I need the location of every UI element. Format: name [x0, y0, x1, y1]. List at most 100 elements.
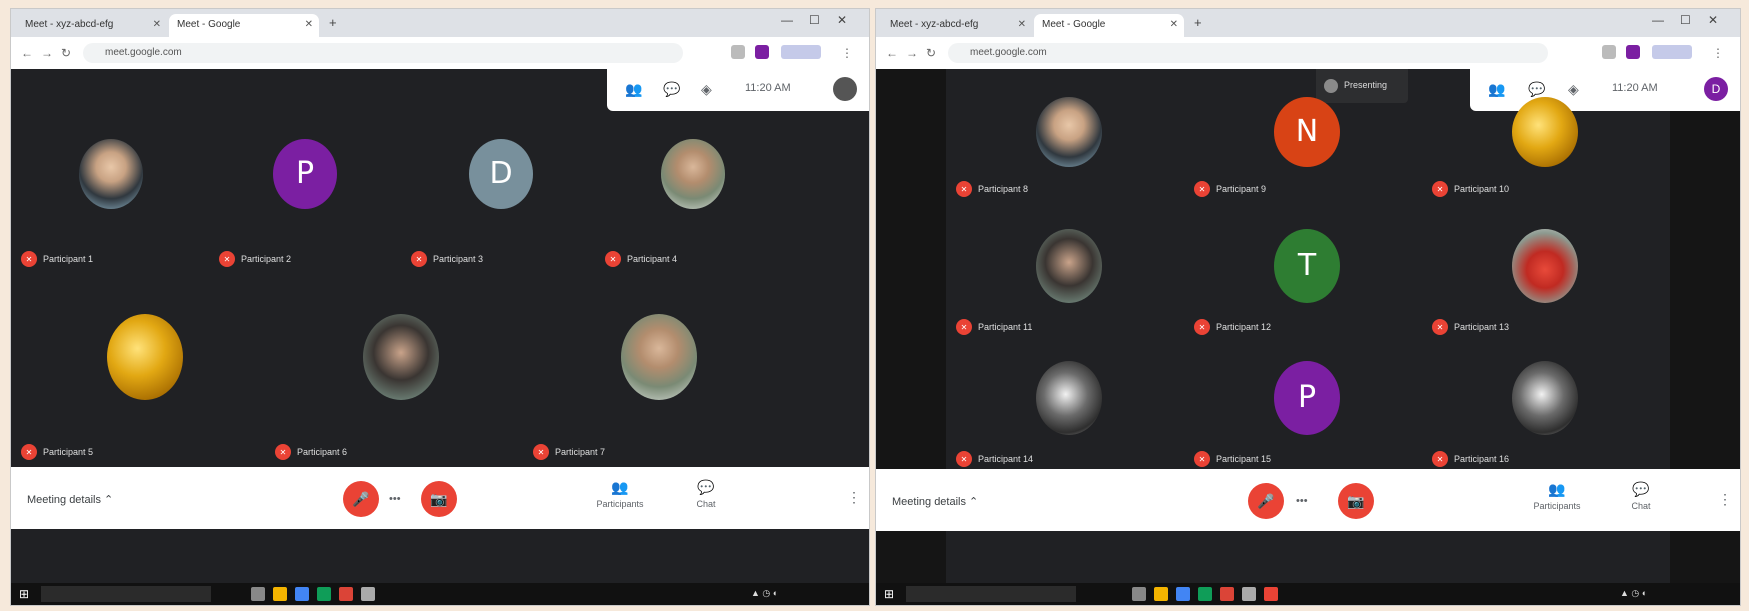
- my-avatar[interactable]: [833, 77, 857, 101]
- new-tab-icon[interactable]: +: [329, 15, 337, 30]
- participant-name: Participant 15: [1216, 454, 1272, 464]
- meet-stage: Presenting 👥 💬 ◈ 11:20 AM D ✕ Participan…: [876, 69, 1740, 605]
- taskbar-app-icon[interactable]: [1176, 587, 1190, 601]
- participant-name: Participant 10: [1454, 184, 1510, 194]
- meeting-details-button[interactable]: Meeting details ⌃: [892, 495, 978, 508]
- profile-icon[interactable]: [1626, 45, 1640, 59]
- participants-button[interactable]: 👥 Participants: [585, 479, 655, 509]
- close-icon[interactable]: ✕: [153, 14, 161, 36]
- extension-icon[interactable]: [1602, 45, 1616, 59]
- mic-off-icon: ✕: [1194, 451, 1210, 467]
- taskbar-app-icon[interactable]: [1154, 587, 1168, 601]
- mic-off-icon: ✕: [1432, 451, 1448, 467]
- participant-namebar: ✕ Participant 7: [533, 444, 605, 460]
- maximize-icon[interactable]: ☐: [1680, 13, 1691, 27]
- avatar-photo: [363, 314, 439, 400]
- minimize-icon[interactable]: —: [1652, 13, 1664, 27]
- participant-name: Participant 14: [978, 454, 1034, 464]
- system-tray[interactable]: ▲ ◷ ◐: [1620, 588, 1647, 599]
- tab-meet-2[interactable]: Meet - Google ✕: [169, 14, 319, 37]
- url-field[interactable]: meet.google.com: [83, 43, 683, 63]
- tab-meet-1[interactable]: Meet - xyz-abcd-efg ✕: [17, 14, 167, 37]
- presenting-chip[interactable]: Presenting: [1316, 69, 1408, 103]
- extension-icon[interactable]: [731, 45, 745, 59]
- more-icon: •••: [389, 493, 401, 505]
- meet-bottom-bar: Meeting details ⌃ 🎤 ••• 📷 👥 Participants…: [876, 469, 1740, 531]
- new-tab-icon[interactable]: +: [1194, 15, 1202, 30]
- taskbar-app-icon[interactable]: [251, 587, 265, 601]
- menu-icon[interactable]: ⋮: [841, 46, 853, 60]
- reload-icon[interactable]: ↻: [926, 46, 936, 60]
- chat-icon[interactable]: 💬: [663, 81, 680, 98]
- avatar-letter: N: [1274, 97, 1340, 167]
- minimize-icon[interactable]: —: [781, 13, 793, 27]
- taskbar-search[interactable]: [906, 586, 1076, 602]
- menu-icon[interactable]: ⋮: [1712, 46, 1724, 60]
- taskbar-search[interactable]: [41, 586, 211, 602]
- tab-label: Meet - xyz-abcd-efg: [25, 19, 114, 30]
- mic-off-icon: ✕: [1194, 319, 1210, 335]
- maximize-icon[interactable]: ☐: [809, 13, 820, 27]
- reload-icon[interactable]: ↻: [61, 46, 71, 60]
- chat-icon[interactable]: 💬: [1528, 81, 1545, 98]
- mic-toggle-button[interactable]: 🎤: [343, 481, 379, 517]
- participants-button[interactable]: 👥 Participants: [1522, 481, 1592, 511]
- tab-meet-2[interactable]: Meet - Google ✕: [1034, 14, 1184, 37]
- activities-icon[interactable]: ◈: [1568, 81, 1579, 98]
- taskbar-app-icon[interactable]: [1220, 587, 1234, 601]
- meet-bottom-bar: Meeting details ⌃ 🎤 ••• 📷 👥 Participants…: [11, 467, 869, 529]
- meeting-details-button[interactable]: Meeting details ⌃: [27, 493, 113, 506]
- taskbar-app-icon[interactable]: [273, 587, 287, 601]
- windows-start-icon[interactable]: ⊞: [19, 587, 33, 601]
- profile-icon[interactable]: [755, 45, 769, 59]
- url-field[interactable]: meet.google.com: [948, 43, 1548, 63]
- system-tray[interactable]: ▲ ◷ ◐: [751, 588, 778, 599]
- windows-start-icon[interactable]: ⊞: [884, 587, 898, 601]
- close-icon[interactable]: ✕: [1170, 14, 1178, 36]
- mic-off-icon: ✕: [956, 181, 972, 197]
- forward-icon[interactable]: →: [906, 46, 918, 60]
- close-window-icon[interactable]: ✕: [837, 13, 847, 27]
- close-icon[interactable]: ✕: [1018, 14, 1026, 36]
- taskbar-app-icon[interactable]: [295, 587, 309, 601]
- activities-icon[interactable]: ◈: [701, 81, 712, 98]
- participant-namebar: ✕ Participant 13: [1432, 319, 1509, 335]
- taskbar-app-icon[interactable]: [1198, 587, 1212, 601]
- address-bar: ← → ↻ meet.google.com ⋮: [876, 37, 1740, 70]
- taskbar-app-icon[interactable]: [1242, 587, 1256, 601]
- participant-namebar: ✕ Participant 2: [219, 251, 291, 267]
- participant-namebar: ✕ Participant 1: [21, 251, 93, 267]
- participant-namebar: ✕ Participant 5: [21, 444, 93, 460]
- participant-name: Participant 13: [1454, 322, 1510, 332]
- camera-toggle-button[interactable]: 📷: [1338, 483, 1374, 519]
- browser-window-right: Meet - xyz-abcd-efg ✕ Meet - Google ✕ + …: [875, 8, 1741, 606]
- camera-toggle-button[interactable]: 📷: [421, 481, 457, 517]
- tab-strip: Meet - xyz-abcd-efg ✕ Meet - Google ✕ + …: [876, 9, 1740, 37]
- close-window-icon[interactable]: ✕: [1708, 13, 1718, 27]
- back-icon[interactable]: ←: [886, 46, 898, 60]
- participant-name: Participant 6: [297, 447, 348, 457]
- meeting-details-label: Meeting details: [27, 494, 101, 506]
- taskbar-app-icon[interactable]: [339, 587, 353, 601]
- my-avatar[interactable]: D: [1704, 77, 1728, 101]
- more-options-icon[interactable]: ⋮: [847, 489, 861, 506]
- chat-button[interactable]: 💬 Chat: [1606, 481, 1676, 511]
- tab-meet-1[interactable]: Meet - xyz-abcd-efg ✕: [882, 14, 1032, 37]
- participant-namebar: ✕ Participant 16: [1432, 451, 1509, 467]
- extension-icon[interactable]: [781, 45, 821, 59]
- chat-button[interactable]: 💬 Chat: [671, 479, 741, 509]
- taskbar-app-icon[interactable]: [1132, 587, 1146, 601]
- people-icon[interactable]: 👥: [1488, 81, 1505, 98]
- mic-off-icon: ✕: [533, 444, 549, 460]
- extension-icon[interactable]: [1652, 45, 1692, 59]
- avatar-letter: P: [1274, 361, 1340, 435]
- close-icon[interactable]: ✕: [305, 14, 313, 36]
- back-icon[interactable]: ←: [21, 46, 33, 60]
- mic-toggle-button[interactable]: 🎤: [1248, 483, 1284, 519]
- more-options-icon[interactable]: ⋮: [1718, 491, 1732, 508]
- taskbar-app-icon[interactable]: [1264, 587, 1278, 601]
- taskbar-app-icon[interactable]: [317, 587, 331, 601]
- taskbar-app-icon[interactable]: [361, 587, 375, 601]
- people-icon[interactable]: 👥: [625, 81, 642, 98]
- forward-icon[interactable]: →: [41, 46, 53, 60]
